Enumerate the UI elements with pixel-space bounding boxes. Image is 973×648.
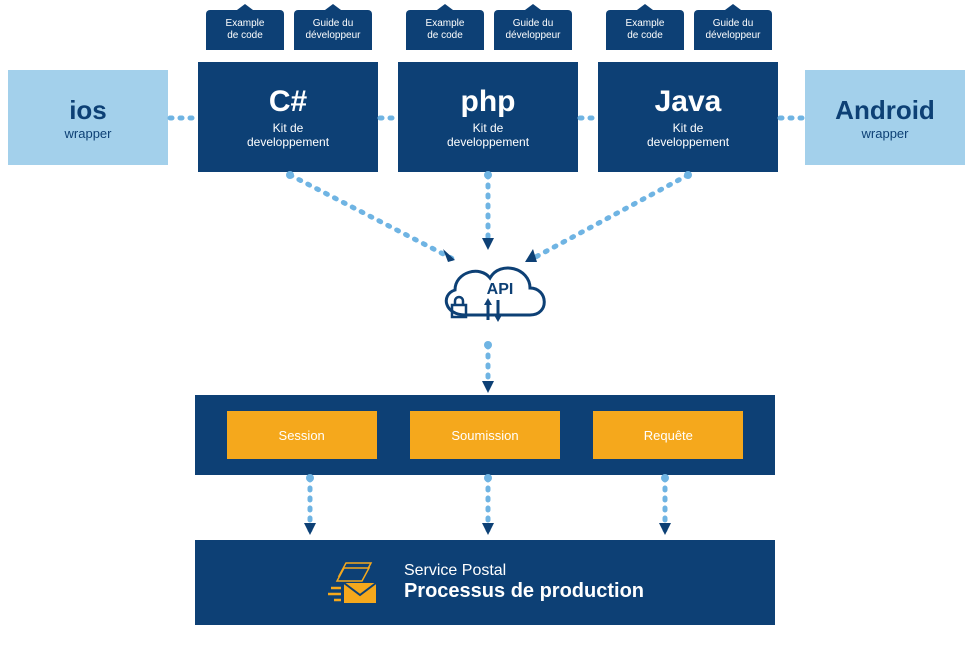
sdk-title: C# [269, 85, 307, 119]
cloud-icon: API [430, 250, 560, 340]
wrapper-android: Android wrapper [805, 70, 965, 165]
bottom-text: Service Postal Processus de production [404, 562, 644, 603]
tab-guide-csharp: Guide dudéveloppeur [294, 10, 372, 50]
api-cloud: API [430, 250, 560, 340]
tab-example-java: Examplede code [606, 10, 684, 50]
tab-guide-php: Guide dudéveloppeur [494, 10, 572, 50]
wrapper-title: Android [835, 95, 935, 126]
bottom-bar: Service Postal Processus de production [195, 540, 775, 625]
box-soumission: Soumission [410, 411, 560, 459]
tab-label: Examplede code [226, 18, 265, 42]
wrapper-sub: wrapper [862, 126, 909, 141]
sdk-sub: Kit dedeveloppement [247, 121, 329, 150]
bottom-line2: Processus de production [404, 580, 644, 603]
tab-label: Guide dudéveloppeur [505, 18, 560, 42]
tab-example-php: Examplede code [406, 10, 484, 50]
api-label: API [487, 281, 514, 298]
box-label: Soumission [451, 428, 518, 443]
tab-guide-java: Guide dudéveloppeur [694, 10, 772, 50]
sdk-sub: Kit dedeveloppement [447, 121, 529, 150]
tab-label: Guide dudéveloppeur [305, 18, 360, 42]
sdk-php: php Kit dedeveloppement [398, 62, 578, 172]
sdk-sub: Kit dedeveloppement [647, 121, 729, 150]
sdk-csharp: C# Kit dedeveloppement [198, 62, 378, 172]
mail-icon [326, 558, 386, 608]
tab-example-csharp: Examplede code [206, 10, 284, 50]
wrapper-title: ios [69, 95, 107, 126]
tab-label: Examplede code [626, 18, 665, 42]
wrapper-ios: ios wrapper [8, 70, 168, 165]
box-requete: Requête [593, 411, 743, 459]
box-label: Requête [644, 428, 693, 443]
middle-bar: Session Soumission Requête [195, 395, 775, 475]
box-session: Session [227, 411, 377, 459]
wrapper-sub: wrapper [65, 126, 112, 141]
tab-label: Guide dudéveloppeur [705, 18, 760, 42]
sdk-title: Java [655, 85, 722, 119]
bottom-line1: Service Postal [404, 562, 644, 580]
sdk-java: Java Kit dedeveloppement [598, 62, 778, 172]
tab-label: Examplede code [426, 18, 465, 42]
sdk-title: php [461, 85, 516, 119]
box-label: Session [279, 428, 325, 443]
